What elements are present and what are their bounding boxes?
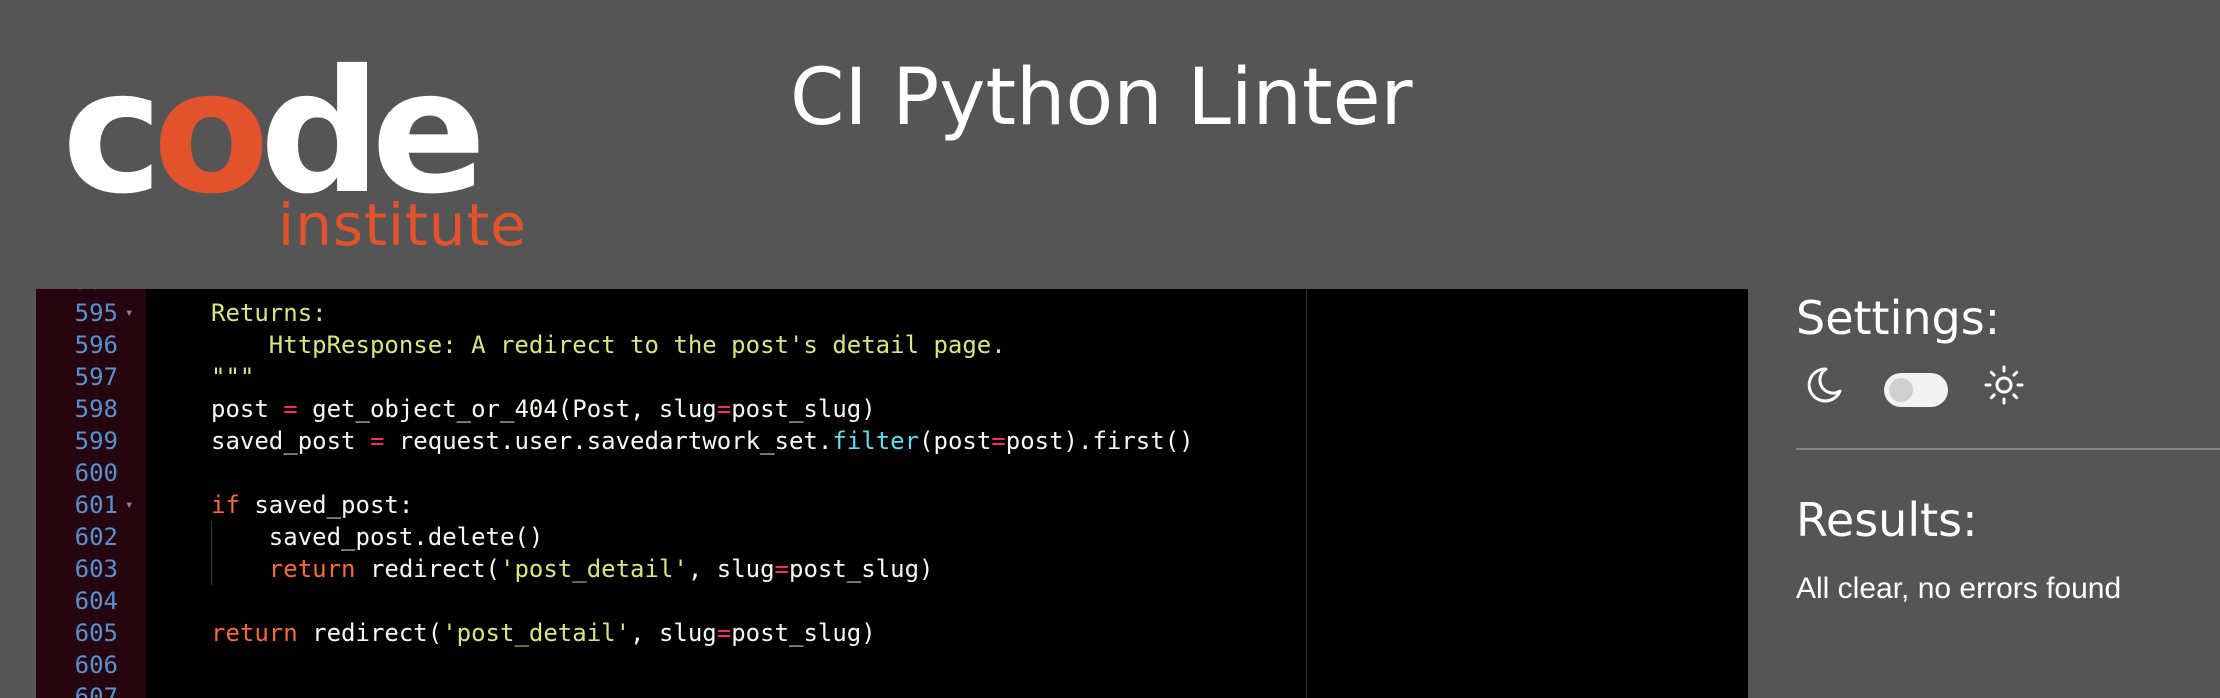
code-line[interactable]: 603 return redirect('post_detail', slug=… [36,553,1748,585]
line-number: 606 [74,651,118,679]
fold-arrow-icon[interactable]: ▾ [125,489,133,521]
line-number: 602 [74,523,118,551]
code-text: HttpResponse: A redirect to the post's d… [211,329,1006,361]
settings-title: Settings: [1796,291,2001,345]
code-token: saved_post [211,427,370,455]
line-number: 605 [74,619,118,647]
page-title: CI Python Linter [790,53,1413,143]
code-line[interactable]: 600 [36,457,1748,489]
results-message: All clear, no errors found [1796,572,2122,605]
code-line[interactable]: 605 return redirect('post_detail', slug=p… [36,617,1748,649]
line-number: 596 [74,331,118,359]
code-token: = [716,395,732,423]
code-token: """ [211,363,255,391]
line-number: 601 [74,491,118,519]
line-number: 595 [74,299,118,327]
code-token: = [369,427,385,455]
code-token: 'post_detail' [442,619,631,647]
code-text: saved_post.delete() [211,521,544,553]
line-number: 594 [36,289,118,297]
code-line[interactable]: 606 [36,649,1748,681]
fold-arrow-icon[interactable]: ▾ [125,297,133,329]
logo-subtext: institute [278,191,527,259]
code-token: (post [919,427,992,455]
code-text: return redirect('post_detail', slug=post… [211,553,934,585]
code-line[interactable]: 597 """ [36,361,1748,393]
code-token: saved_post: [239,491,414,519]
code-text: Returns: [211,297,327,329]
code-line[interactable]: 604 [36,585,1748,617]
line-number: 603 [74,555,118,583]
code-text: return redirect('post_detail', slug=post… [211,617,876,649]
line-number: 600 [74,459,118,487]
toggle-knob [1889,378,1913,402]
line-number: 604 [74,587,118,615]
line-number: 597 [74,363,118,391]
code-line[interactable]: 594 [36,289,1748,297]
results-title: Results: [1796,493,1978,547]
line-number: 607 [74,683,118,698]
code-token: redirect( [355,555,500,583]
logo-letter-o: o [152,34,270,232]
code-text: post = get_object_or_404(Post, slug=post… [211,393,876,425]
code-token: = [991,427,1006,455]
code-token: post_slug) [789,555,934,583]
code-line[interactable]: 601 ▾ if saved_post: [36,489,1748,521]
code-line[interactable]: 596 HttpResponse: A redirect to the post… [36,329,1748,361]
code-token: HttpResponse: A redirect to the post's d… [211,331,1006,359]
code-token: , slug [630,619,717,647]
code-editor[interactable]: 594595▾Returns:596 HttpResponse: A redir… [36,289,1748,698]
code-token: 'post_detail' [500,555,688,583]
panel-divider [1796,448,2220,450]
code-line[interactable]: 607 [36,681,1748,698]
code-text: saved_post = request.user.savedartwork_s… [211,425,1194,457]
code-text: """ [211,361,254,393]
code-token: = [716,619,732,647]
code-token: , slug [687,555,775,583]
code-institute-logo: code institute [62,48,526,259]
code-token: = [283,395,298,423]
code-token: filter [832,427,920,455]
line-number: 599 [74,427,118,455]
code-line[interactable]: 599 saved_post = request.user.savedartwor… [36,425,1748,457]
code-token: redirect( [297,619,443,647]
code-line[interactable]: 595 ▾ Returns: [36,297,1748,329]
code-token: return [268,555,356,583]
code-token: post).first() [1005,427,1194,455]
sun-icon [1984,365,2024,405]
code-token: = [774,555,789,583]
line-number: 598 [74,395,118,423]
code-token: post_slug) [731,395,876,423]
theme-toggle[interactable] [1884,373,1948,407]
code-token: Returns: [211,299,327,327]
code-token: if [211,491,240,519]
code-token: post_slug) [731,619,876,647]
code-text: if saved_post: [211,489,413,521]
code-line[interactable]: 598 post = get_object_or_404(Post, slug=p… [36,393,1748,425]
code-line[interactable]: 602 saved_post.delete() [36,521,1748,553]
editor-lines[interactable]: 594595▾Returns:596 HttpResponse: A redir… [36,289,1748,698]
code-token: get_object_or_404(Post, slug [297,395,717,423]
code-token: request.user.savedartwork_set. [384,427,833,455]
moon-icon [1807,367,1842,403]
code-token: post [211,395,284,423]
code-token: return [211,619,298,647]
logo-letter-c: c [62,34,163,232]
code-token: saved_post.delete() [211,523,544,551]
